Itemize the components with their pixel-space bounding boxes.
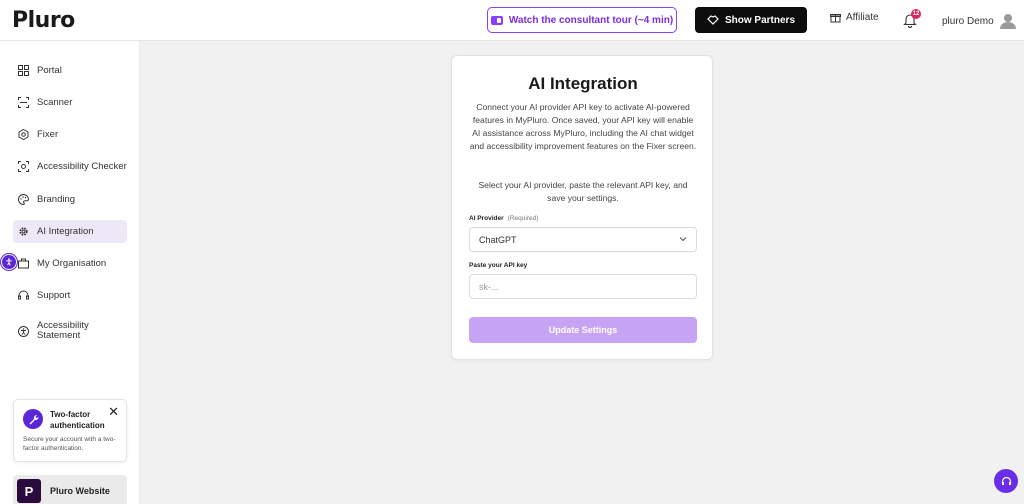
sidebar-item-label: AI Integration	[37, 226, 94, 237]
gift-icon	[830, 14, 841, 23]
sidebar-item-label: Portal	[37, 65, 62, 76]
sidebar-item-ai-integration[interactable]: AI Integration	[13, 220, 127, 243]
sidebar-item-label: Scanner	[37, 97, 73, 108]
chevron-down-icon	[679, 237, 687, 242]
sidebar-item-label: Branding	[37, 194, 76, 205]
support-chat-button[interactable]	[994, 469, 1018, 493]
accessibility-widget-icon[interactable]	[1, 254, 17, 270]
scan-icon	[17, 97, 29, 109]
pluro-logo[interactable]: Pluro	[12, 8, 75, 33]
page-description: Connect your AI provider API key to acti…	[469, 102, 697, 151]
provider-select[interactable]: ChatGPT	[469, 227, 697, 252]
required-label: (Required)	[507, 215, 539, 222]
pluro-website-label: Pluro Website	[50, 486, 110, 496]
sidebar-item-accessibility-statement[interactable]: Accessibility Statement	[13, 318, 127, 344]
avatar-icon	[999, 14, 1016, 29]
page-instruction: Select your AI provider, paste the relev…	[478, 180, 688, 203]
two-factor-card[interactable]: Two-factor authentication ✕ Secure your …	[13, 399, 127, 462]
sidebar-item-scanner[interactable]: Scanner	[13, 91, 127, 114]
pluro-website-link[interactable]: P Pluro Website	[13, 475, 127, 504]
sidebar-item-label: My Organisation	[37, 258, 107, 269]
two-factor-description: Secure your account with a two-factor au…	[23, 436, 116, 452]
sidebar-item-label: Fixer	[37, 129, 59, 140]
video-camera-icon	[490, 15, 503, 25]
user-menu[interactable]: pluro Demo	[942, 12, 1017, 30]
affiliate-label: Affiliate	[846, 12, 879, 23]
api-key-label: Paste your API key	[469, 262, 528, 269]
headset-icon	[1001, 476, 1011, 485]
sidebar-item-support[interactable]: Support	[13, 284, 127, 307]
close-icon[interactable]: ✕	[108, 404, 119, 420]
show-partners-label: Show Partners	[724, 14, 796, 26]
show-partners-button[interactable]: Show Partners	[695, 7, 807, 33]
user-name: pluro Demo	[942, 15, 994, 27]
watch-tour-label: Watch the consultant tour (~4 min)	[508, 14, 674, 26]
sidebar-item-label: Support	[37, 290, 71, 301]
api-key-input[interactable]	[469, 274, 697, 299]
ai-integration-card: AI Integration Connect your AI provider …	[451, 55, 713, 360]
update-settings-button[interactable]: Update Settings	[469, 317, 697, 343]
provider-value: ChatGPT	[479, 234, 517, 245]
accessibility-icon	[17, 325, 29, 337]
notification-badge: 12	[911, 9, 921, 19]
sidebar-item-portal[interactable]: Portal	[13, 59, 127, 82]
handshake-icon	[707, 15, 719, 25]
sidebar-item-accessibility-checker[interactable]: Accessibility Checker	[13, 155, 127, 178]
gear-icon	[17, 226, 29, 238]
sidebar-item-branding[interactable]: Branding	[13, 188, 127, 211]
affiliate-link[interactable]: Affiliate	[830, 12, 879, 23]
top-bar: Pluro Watch the consultant tour (~4 min)…	[0, 0, 1024, 41]
sidebar: Portal Scanner Fixer Accessibility Check…	[0, 41, 140, 504]
sidebar-item-my-organisation[interactable]: My Organisation	[13, 252, 127, 275]
headset-icon	[17, 290, 29, 302]
hexagon-icon	[17, 129, 29, 141]
pluro-website-logo: P	[17, 479, 41, 503]
provider-label: AI Provider (Required)	[469, 215, 539, 222]
watch-tour-button[interactable]: Watch the consultant tour (~4 min)	[487, 7, 677, 33]
briefcase-icon	[17, 258, 29, 270]
sidebar-item-label: Accessibility Statement	[37, 320, 89, 341]
sidebar-item-fixer[interactable]: Fixer	[13, 123, 127, 146]
wrench-icon	[23, 409, 43, 429]
page-title: AI Integration	[528, 74, 638, 93]
palette-icon	[17, 194, 29, 206]
two-factor-title: Two-factor authentication	[50, 410, 105, 430]
sidebar-item-label: Accessibility Checker	[37, 161, 127, 172]
grid-icon	[17, 65, 29, 77]
checker-icon	[17, 161, 29, 173]
